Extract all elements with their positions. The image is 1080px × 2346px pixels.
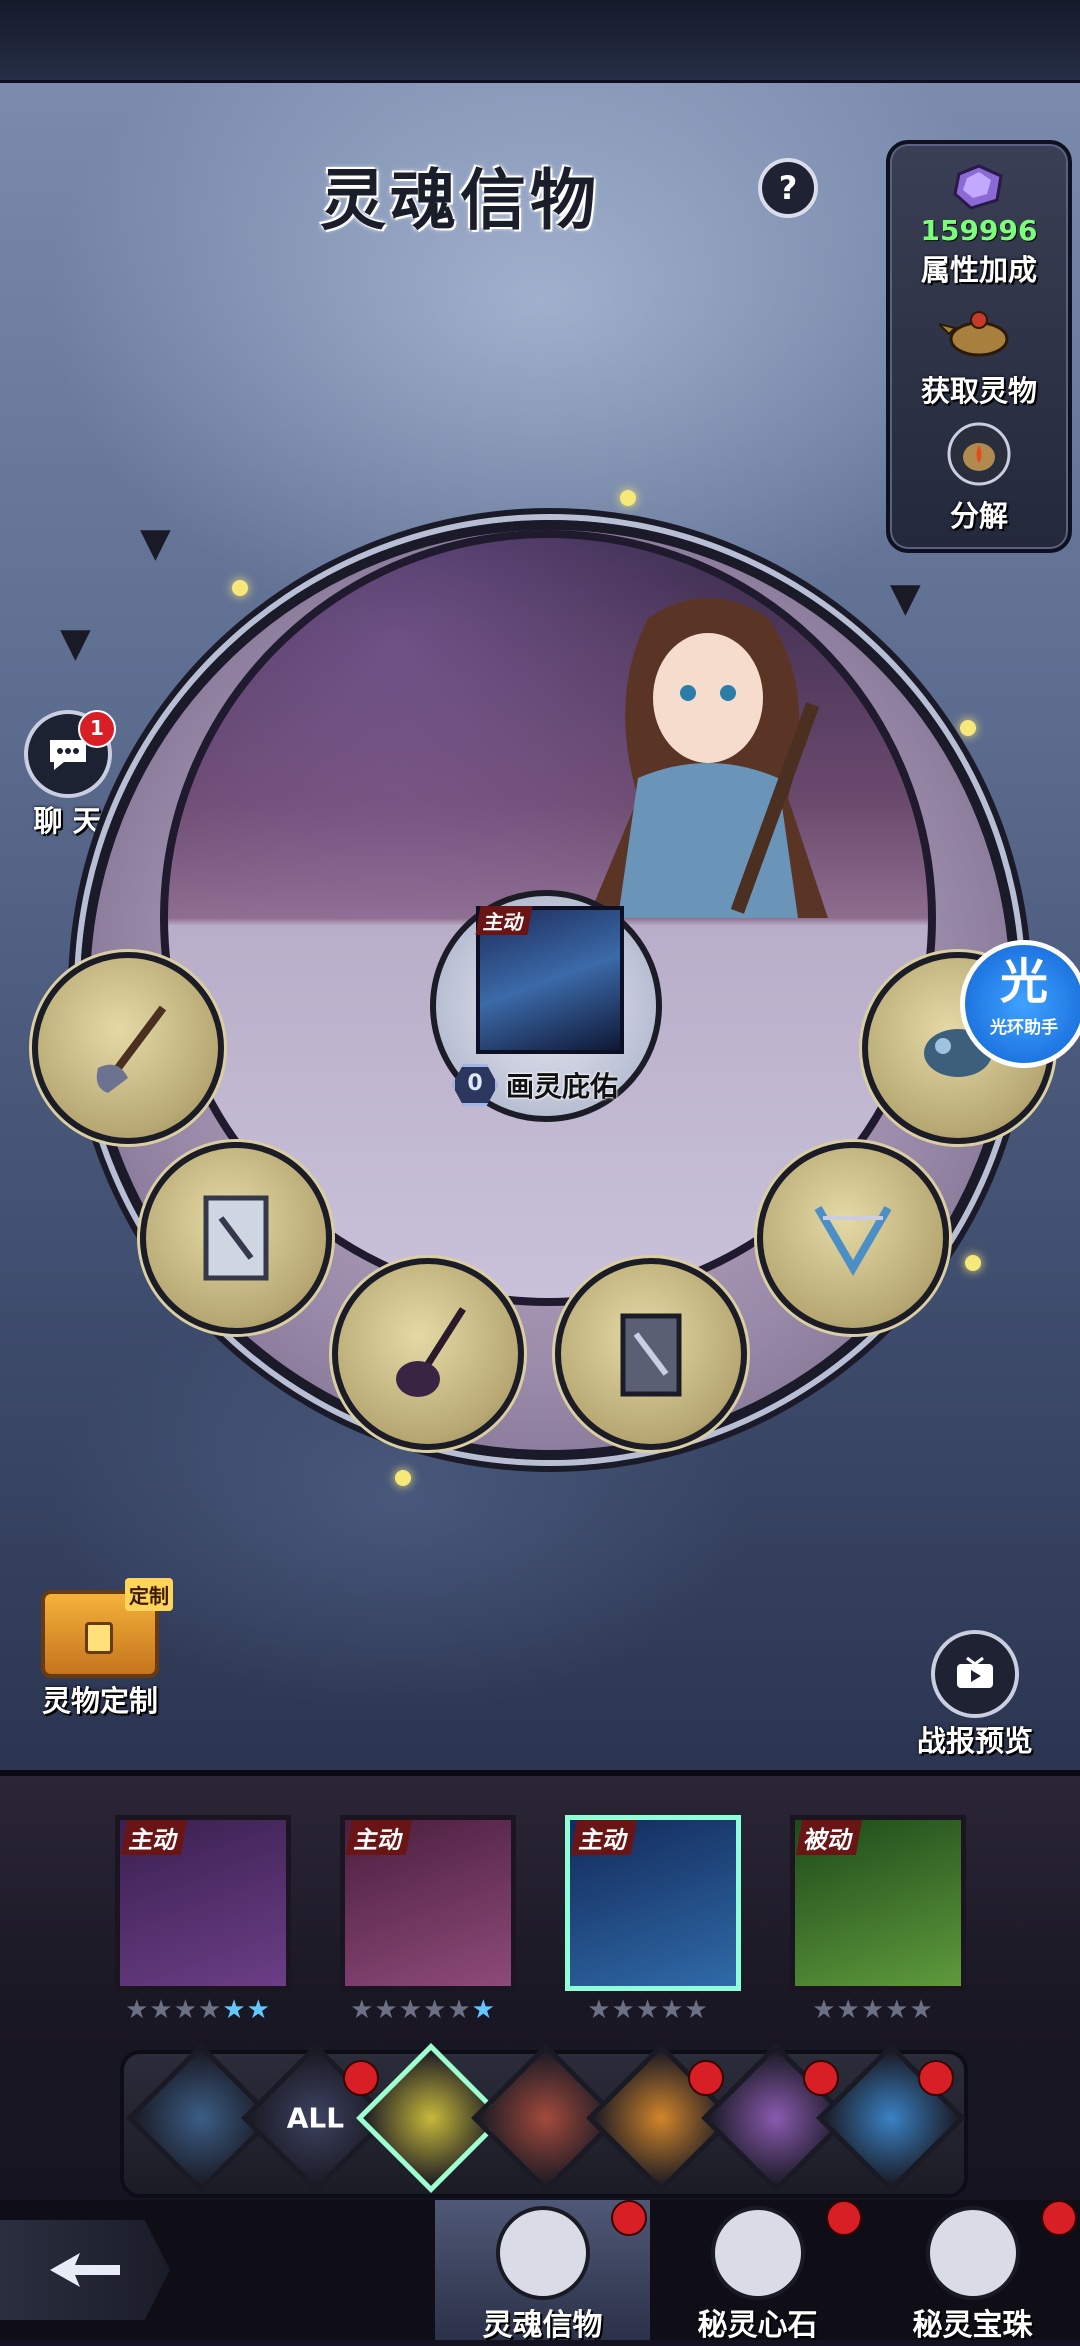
back-arrow-icon bbox=[50, 2253, 120, 2287]
banner-icon bbox=[620, 1313, 682, 1397]
bat-icon: ▼ bbox=[60, 620, 91, 666]
relic-slot-bow[interactable] bbox=[757, 1142, 949, 1334]
filter-label: ALL bbox=[287, 2101, 345, 2135]
tab-label: 秘灵宝珠 bbox=[912, 2308, 1033, 2343]
chat-unread-badge: 1 bbox=[78, 710, 116, 748]
card-stars: ★★★★★ bbox=[812, 1995, 934, 2025]
scroll-icon bbox=[203, 1195, 269, 1281]
relic-slot-brush[interactable] bbox=[32, 952, 224, 1144]
center-card-tag: 主动 bbox=[475, 906, 533, 935]
sparkle-icon bbox=[395, 1470, 411, 1486]
page-title-banner: 灵魂信物 bbox=[320, 140, 760, 250]
attribute-bonus-label: 属性加成 bbox=[920, 253, 1037, 287]
decompose-icon bbox=[947, 422, 1011, 486]
top-frame bbox=[0, 0, 1080, 83]
battle-report-label: 战报预览 bbox=[916, 1724, 1033, 1758]
bat-icon: ▼ bbox=[140, 520, 171, 566]
tab-icon bbox=[710, 2206, 805, 2300]
crystal-count: 159996 bbox=[920, 214, 1038, 247]
notification-dot bbox=[918, 2060, 954, 2096]
battle-report-button[interactable]: 战报预览 bbox=[900, 1630, 1050, 1758]
relic-slot-scroll[interactable] bbox=[140, 1142, 332, 1334]
back-button[interactable] bbox=[0, 2220, 170, 2320]
card-type-tag: 主动 bbox=[120, 1820, 188, 1855]
chat-button[interactable]: 1 聊 天 bbox=[20, 710, 116, 838]
bow-icon bbox=[814, 1205, 892, 1276]
attribute-bonus-button[interactable]: 159996 属性加成 bbox=[890, 164, 1068, 289]
card-stars: ★★★★★★ bbox=[125, 1995, 271, 2025]
brush-icon bbox=[96, 1005, 167, 1093]
character-portrait bbox=[588, 598, 828, 918]
relic-card[interactable]: 主动 bbox=[565, 1815, 741, 1991]
notification-dot bbox=[688, 2060, 724, 2096]
page-title: 灵魂信物 bbox=[320, 161, 600, 239]
tab-label: 灵魂信物 bbox=[482, 2308, 603, 2343]
obtain-relic-label: 获取灵物 bbox=[920, 374, 1037, 408]
sparkle-icon bbox=[965, 1255, 981, 1271]
relic-card[interactable]: 主动 bbox=[115, 1815, 291, 1991]
skill-name: 画灵庇佑 bbox=[506, 1070, 619, 1103]
center-skill-label: 0 画灵庇佑 bbox=[452, 1060, 652, 1110]
card-stars: ★★★★★★ bbox=[350, 1995, 496, 2025]
sparkle-icon bbox=[620, 490, 636, 506]
sparkle-icon bbox=[960, 720, 976, 736]
decompose-button[interactable]: 分解 bbox=[890, 419, 1068, 535]
relic-slot-banner[interactable] bbox=[555, 1258, 747, 1450]
relic-custom-button[interactable]: 定制 灵物定制 bbox=[20, 1578, 180, 1730]
skill-count: 0 bbox=[452, 1064, 498, 1106]
decompose-label: 分解 bbox=[949, 499, 1008, 533]
side-panel: 159996 属性加成 获取灵物 分解 bbox=[886, 140, 1072, 553]
relic-card[interactable]: 被动 bbox=[790, 1815, 966, 1991]
staff-icon bbox=[396, 1307, 466, 1397]
lamp-icon bbox=[935, 311, 1009, 357]
notification-dot bbox=[611, 2200, 647, 2236]
center-character-thumbnail: 主动 bbox=[475, 906, 624, 1054]
treasure-chest-icon: 定制 bbox=[41, 1578, 173, 1678]
tab-icon bbox=[495, 2206, 590, 2300]
relic-slot-staff[interactable] bbox=[332, 1258, 524, 1450]
help-button[interactable]: ? bbox=[758, 158, 818, 218]
aura-assistant-button[interactable]: 光 光环助手 bbox=[960, 940, 1080, 1068]
assistant-glyph: 光 bbox=[999, 954, 1048, 1010]
tv-icon bbox=[931, 1630, 1019, 1718]
tab-icon bbox=[925, 2206, 1020, 2300]
card-stars: ★★★★★ bbox=[587, 1995, 709, 2025]
tab-label: 秘灵心石 bbox=[697, 2308, 818, 2343]
chat-label: 聊 天 bbox=[33, 804, 102, 838]
notification-dot bbox=[826, 2200, 862, 2236]
assistant-label: 光环助手 bbox=[990, 1018, 1058, 1038]
crystal-icon bbox=[953, 164, 1003, 210]
relic-custom-label: 灵物定制 bbox=[41, 1684, 158, 1718]
obtain-relic-button[interactable]: 获取灵物 bbox=[890, 294, 1068, 410]
chest-tag: 定制 bbox=[125, 1578, 173, 1611]
card-type-tag: 被动 bbox=[795, 1820, 863, 1855]
card-type-tag: 主动 bbox=[570, 1820, 638, 1855]
notification-dot bbox=[343, 2060, 379, 2096]
relic-card[interactable]: 主动 bbox=[340, 1815, 516, 1991]
notification-dot bbox=[803, 2060, 839, 2096]
card-type-tag: 主动 bbox=[345, 1820, 413, 1855]
notification-dot bbox=[1041, 2200, 1077, 2236]
